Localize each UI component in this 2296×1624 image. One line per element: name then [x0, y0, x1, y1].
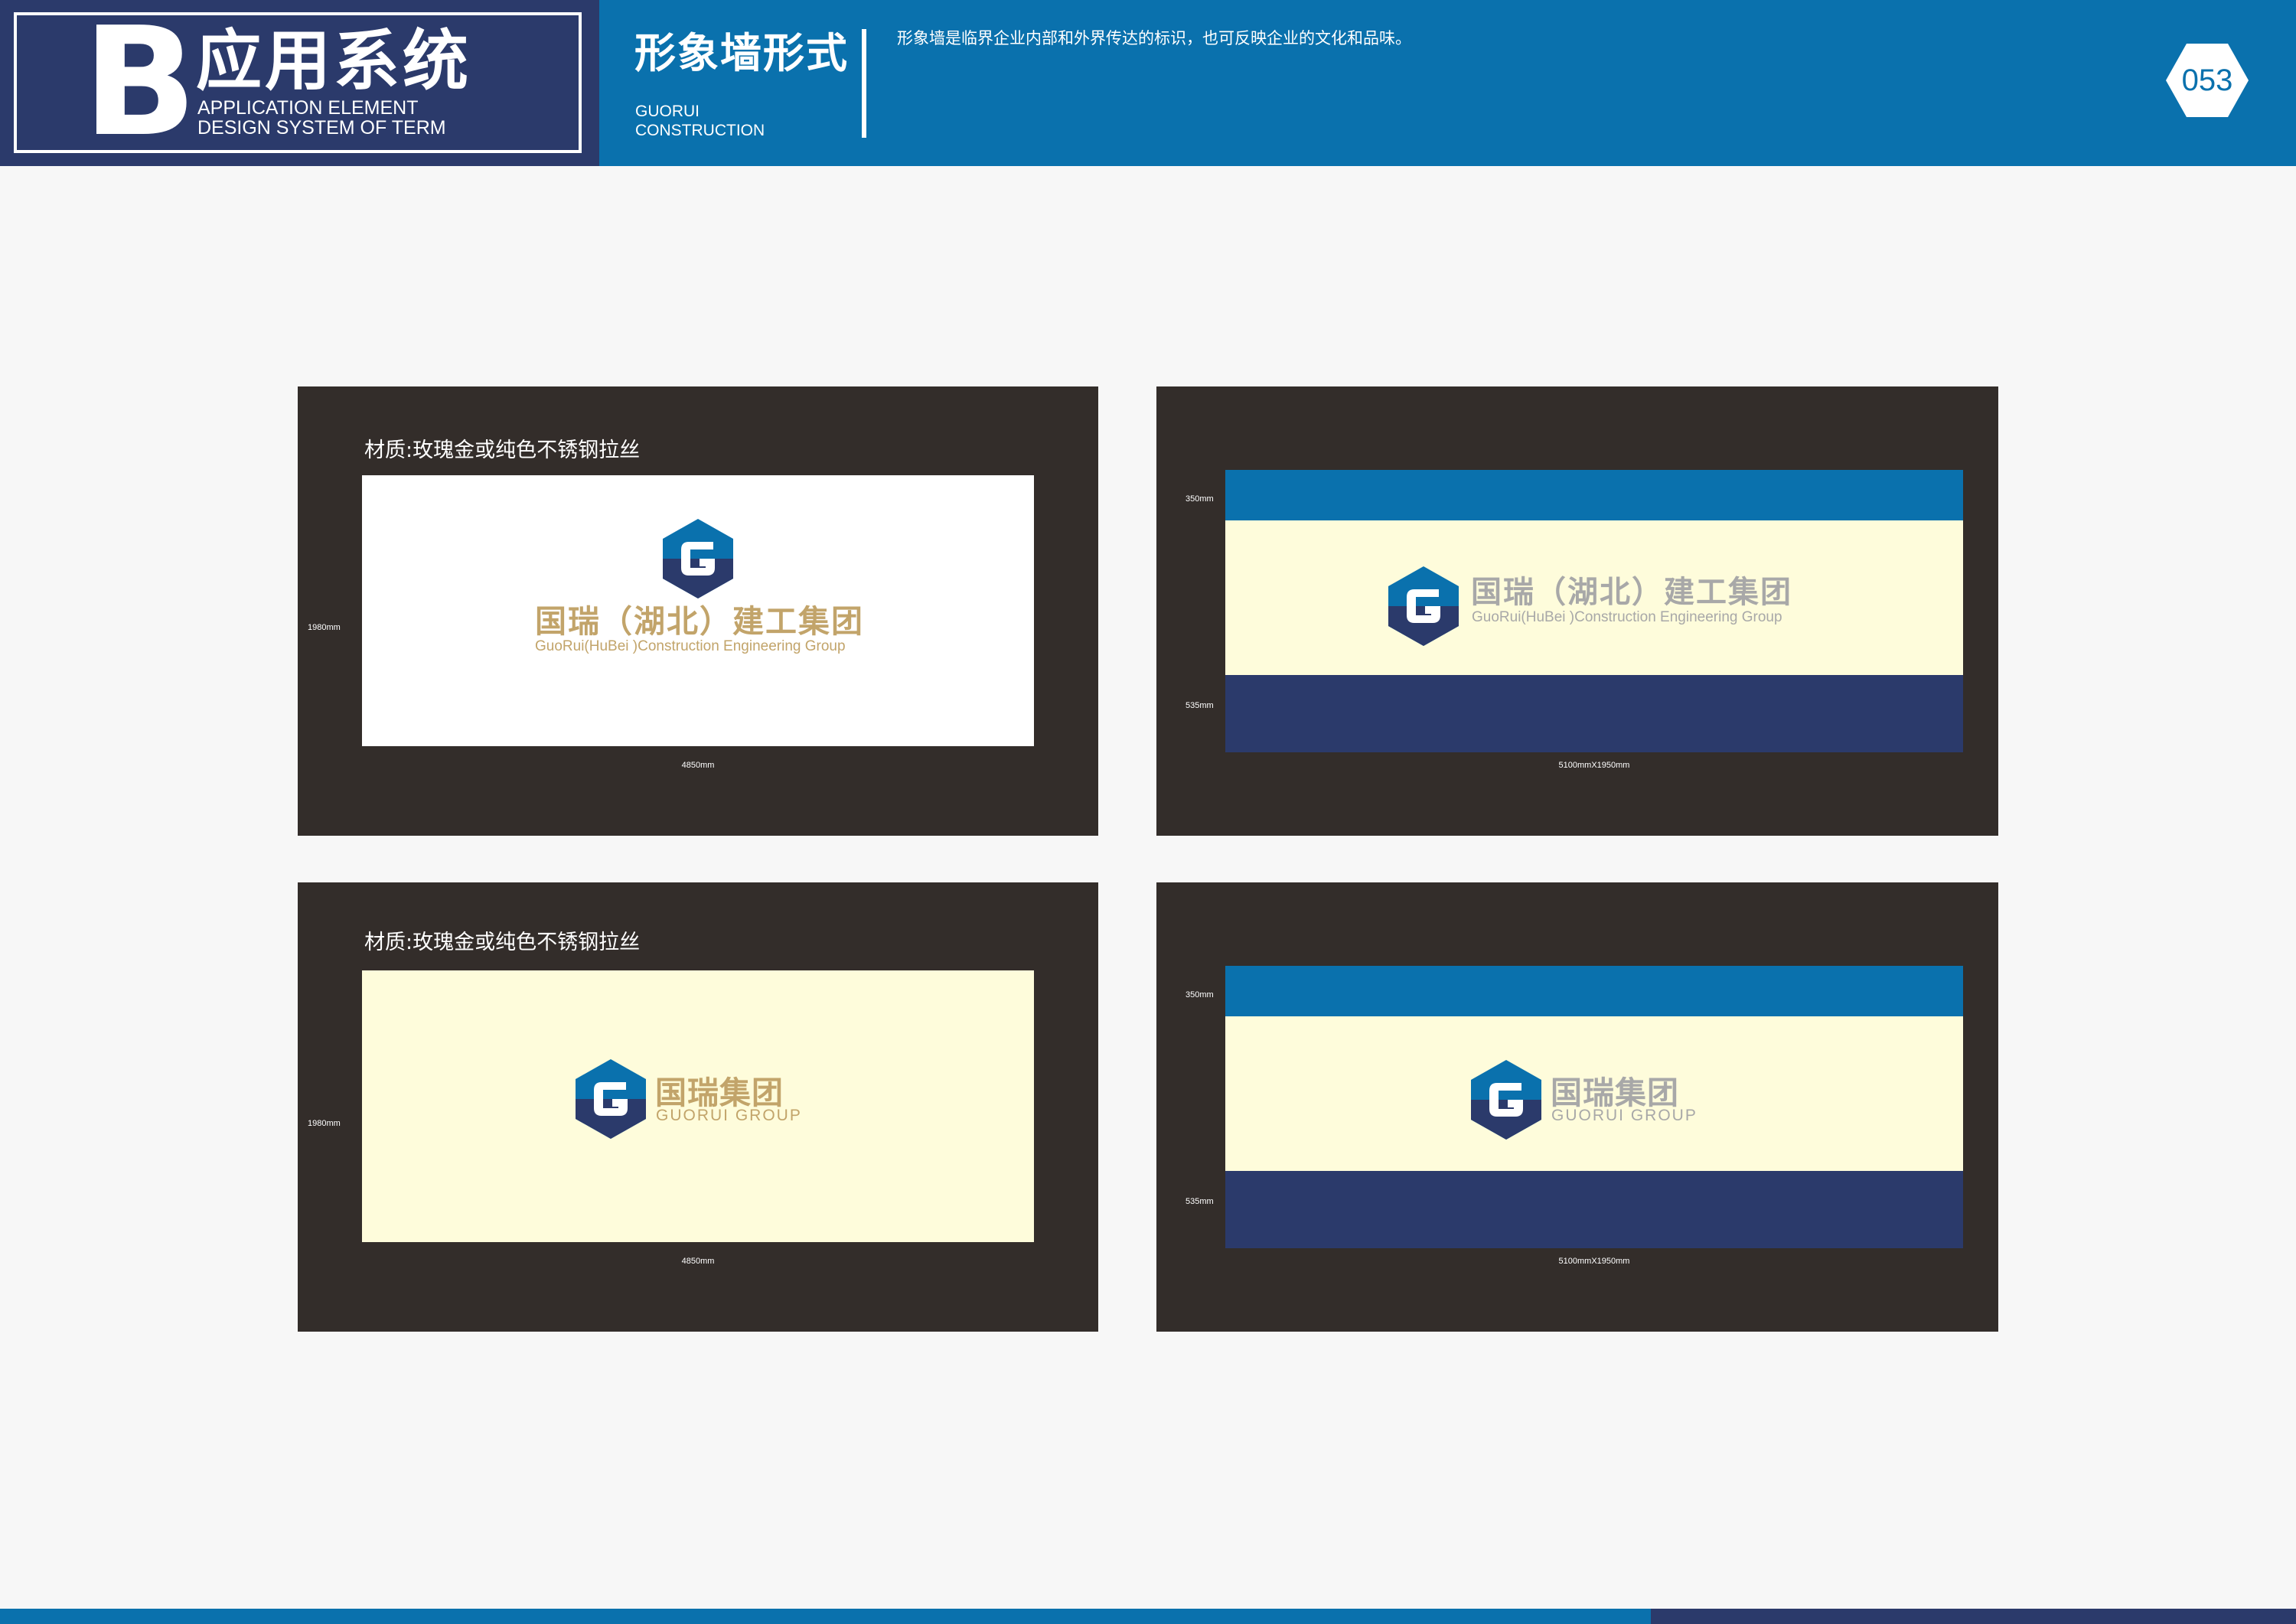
company-name-cn: 国瑞集团	[1551, 1075, 1679, 1111]
company-name-en: GUORUI GROUP	[1551, 1107, 1698, 1124]
page-number: 053	[2181, 64, 2233, 97]
bottom-band-dimension: 535mm	[1186, 701, 1214, 710]
section-title: 应用系统	[196, 23, 471, 99]
section-title-en: APPLICATION ELEMENT DESIGN SYSTEM OF TER…	[197, 98, 446, 138]
material-label: 材质:玫瑰金或纯色不锈钢拉丝	[364, 439, 641, 462]
page-subtitle-en-line-1: GUORUI	[635, 103, 700, 120]
guorui-logo-icon	[1471, 1060, 1541, 1140]
material-label: 材质:玫瑰金或纯色不锈钢拉丝	[364, 931, 641, 954]
size-dimension: 5100mmX1950mm	[1558, 1257, 1630, 1266]
bottom-band-dimension: 535mm	[1186, 1197, 1214, 1206]
footer-bar-blue	[0, 1609, 1651, 1624]
height-dimension: 1980mm	[308, 1119, 341, 1128]
guorui-logo-icon	[663, 519, 733, 598]
size-dimension: 5100mmX1950mm	[1558, 761, 1630, 770]
company-name-en: GuoRui(HuBei )Construction Engineering G…	[535, 638, 846, 654]
guorui-logo-icon	[1388, 566, 1459, 646]
width-dimension: 4850mm	[681, 1257, 715, 1266]
header-divider	[862, 29, 866, 138]
company-name-en: GuoRui(HuBei )Construction Engineering G…	[1472, 609, 1782, 625]
company-name-en: GUORUI GROUP	[656, 1107, 802, 1124]
section-title-en-line-2: DESIGN SYSTEM OF TERM	[197, 117, 446, 139]
page-subtitle-en: GUORUI CONSTRUCTION	[635, 102, 765, 140]
wall-bottom-band	[1225, 675, 1963, 752]
section-title-en-line-1: APPLICATION ELEMENT	[197, 97, 419, 119]
page-subtitle-en-line-2: CONSTRUCTION	[635, 122, 765, 139]
width-dimension: 4850mm	[681, 761, 715, 770]
guorui-logo-icon	[576, 1059, 646, 1139]
wall-top-band	[1225, 966, 1963, 1016]
company-name-cn: 国瑞（湖北）建工集团	[535, 603, 864, 640]
company-name-cn: 国瑞集团	[655, 1075, 784, 1111]
section-letter: B	[83, 0, 197, 170]
wall-bottom-band	[1225, 1171, 1963, 1248]
top-band-dimension: 350mm	[1186, 990, 1214, 1000]
footer-bar-navy	[1651, 1609, 2296, 1624]
page-title: 形象墙形式	[634, 29, 849, 77]
company-name-cn: 国瑞（湖北）建工集团	[1471, 575, 1792, 610]
top-band-dimension: 350mm	[1186, 494, 1214, 504]
height-dimension: 1980mm	[308, 623, 341, 632]
page-description: 形象墙是临界企业内部和外界传达的标识，也可反映企业的文化和品味。	[897, 29, 1411, 47]
wall-top-band	[1225, 470, 1963, 520]
